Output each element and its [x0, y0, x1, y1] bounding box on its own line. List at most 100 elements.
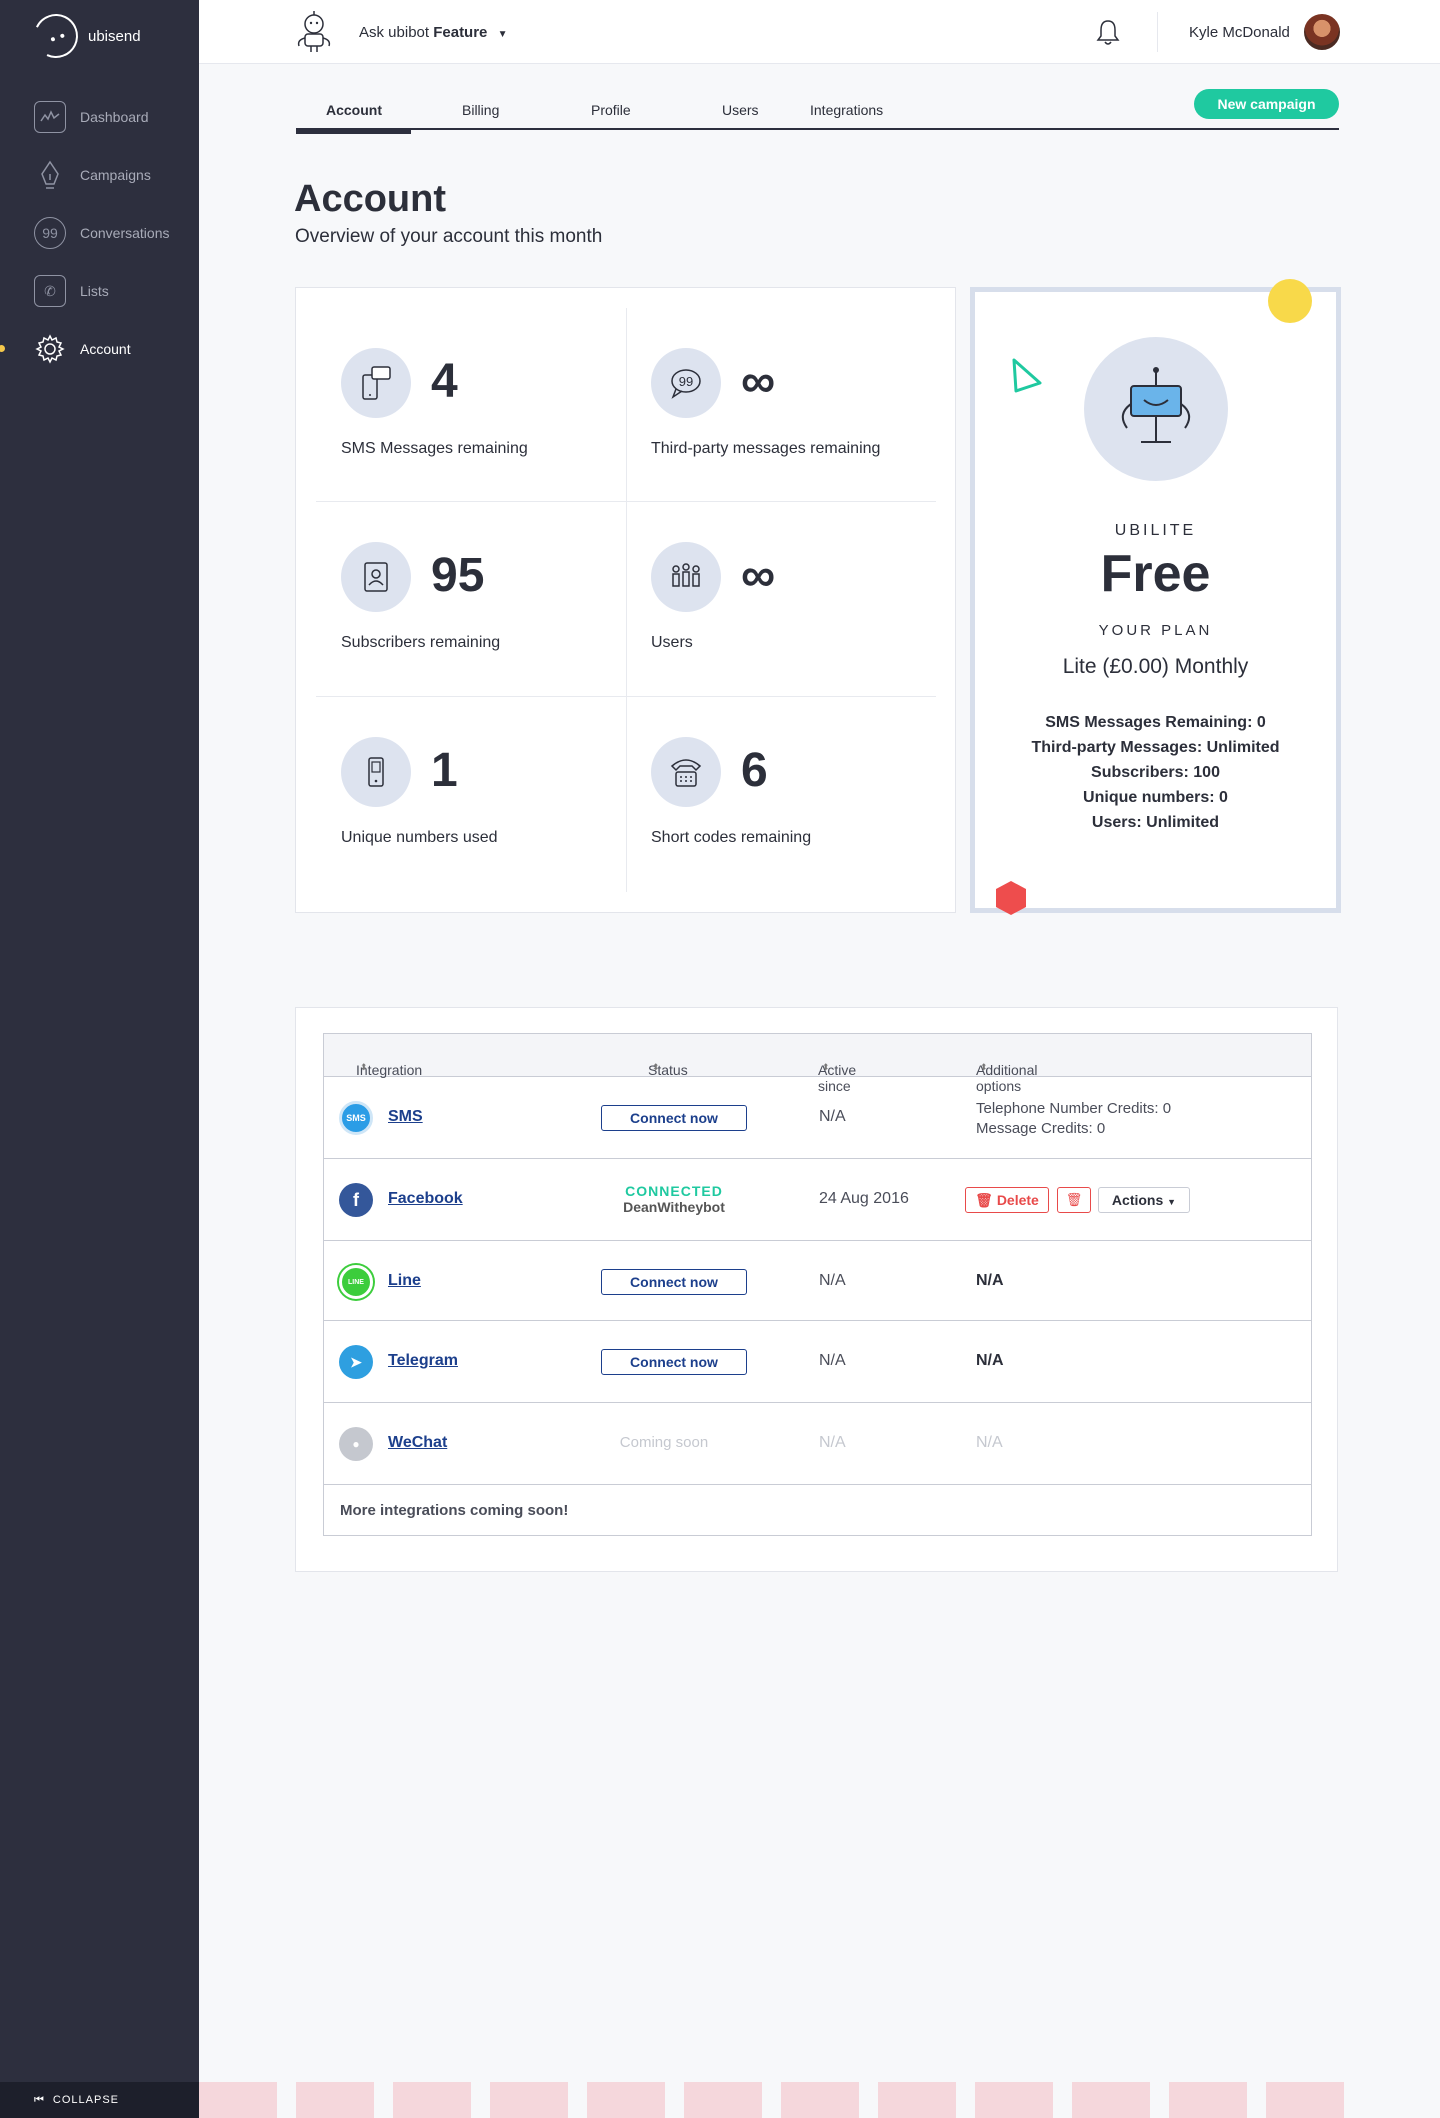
sms-icon: SMS [339, 1101, 373, 1135]
sidebar-item-account[interactable]: Account [0, 320, 199, 378]
table-row: f Facebook CONNECTED DeanWitheybot 24 Au… [324, 1159, 1311, 1241]
ask-feature-dropdown[interactable]: Ask ubibot Feature ▼ [359, 24, 507, 41]
plan-brand: UBILITE [1114, 522, 1197, 539]
top-bar: Ask ubibot Feature ▼ Kyle McDonald [199, 0, 1440, 64]
stat-label: Third-party messages remaining [651, 440, 881, 457]
stat-label: SMS Messages remaining [341, 440, 528, 457]
stat-short-codes: 6 Short codes remaining [651, 737, 951, 897]
stat-label: Users [651, 634, 693, 651]
integration-link-facebook[interactable]: Facebook [388, 1190, 463, 1208]
sidebar-item-label: Conversations [80, 225, 170, 241]
integration-link-wechat[interactable]: WeChat [388, 1434, 447, 1452]
status-badge: CONNECTED [625, 1183, 723, 1199]
sidebar-item-label: Account [80, 341, 131, 357]
stat-value: 95 [431, 549, 485, 602]
gear-icon [34, 333, 66, 365]
option-line: Telephone Number Credits: 0 [976, 1100, 1172, 1117]
chat-icon: 99 [34, 217, 66, 249]
telephone-icon [651, 737, 721, 807]
additional-options: Telephone Number Credits: 0 Message Cred… [976, 1099, 1171, 1139]
table-row: SMS SMS Connect now N/A Telephone Number… [324, 1077, 1311, 1159]
status-coming-soon: Coming soon [619, 1434, 709, 1451]
connect-now-button[interactable]: Connect now [601, 1105, 747, 1131]
plan-detail: Third-party Messages: Unlimited [1031, 739, 1280, 756]
table-row: ➤ Telegram Connect now N/A N/A [324, 1321, 1311, 1403]
table-footer: More integrations coming soon! [324, 1485, 1311, 1535]
phone-book-icon: ✆ [34, 275, 66, 307]
stat-value: ∞ [741, 549, 776, 602]
integrations-table: Integration ⬍ Status ⬍ Active since ⬍ Addit… [323, 1033, 1312, 1536]
facebook-icon: f [339, 1183, 373, 1217]
page-title: Account [294, 178, 446, 220]
users-icon [651, 542, 721, 612]
option-line: Message Credits: 0 [976, 1120, 1106, 1137]
integration-link-telegram[interactable]: Telegram [388, 1352, 458, 1370]
sidebar-item-lists[interactable]: ✆ Lists [0, 262, 199, 320]
stat-label: Unique numbers used [341, 829, 498, 846]
additional-options: N/A [976, 1272, 1004, 1289]
plan-detail: Subscribers: 100 [1091, 764, 1220, 781]
decorative-hexagon [996, 881, 1026, 915]
stat-value: 4 [431, 355, 458, 408]
stat-unique-numbers: 1 Unique numbers used [341, 737, 641, 897]
tab-integrations[interactable]: Integrations [810, 102, 883, 118]
stat-users: ∞ Users [651, 542, 951, 702]
connect-now-button[interactable]: Connect now [601, 1349, 747, 1375]
stat-value: ∞ [741, 355, 776, 408]
tab-billing[interactable]: Billing [462, 102, 499, 118]
decorative-triangle [1012, 358, 1042, 393]
divider [1157, 12, 1158, 52]
sidebar-item-conversations[interactable]: 99 Conversations [0, 204, 199, 262]
active-since: N/A [819, 1108, 846, 1125]
tab-profile[interactable]: Profile [591, 102, 631, 118]
actions-dropdown[interactable]: Actions ▼ [1098, 1187, 1190, 1213]
active-since: N/A [819, 1434, 846, 1451]
tab-account[interactable]: Account [326, 102, 382, 118]
connected-account: DeanWitheybot [623, 1199, 725, 1215]
plan-detail: Users: Unlimited [1091, 814, 1220, 831]
active-since: N/A [819, 1352, 846, 1369]
collapse-button[interactable]: ⏮ COLLAPSE [0, 2082, 199, 2118]
table-header: Integration ⬍ Status ⬍ Active since ⬍ Addit… [324, 1034, 1311, 1094]
sidebar-item-label: Lists [80, 283, 109, 299]
plan-detail: SMS Messages Remaining: 0 [1045, 714, 1266, 731]
line-icon: LINE [339, 1265, 373, 1299]
additional-options: N/A [976, 1352, 1004, 1369]
collapse-label: COLLAPSE [52, 2094, 119, 2106]
sidebar-item-campaigns[interactable]: Campaigns [0, 146, 199, 204]
new-campaign-button[interactable]: New campaign [1194, 89, 1339, 119]
sort-icon: ⬍ [822, 1062, 830, 1072]
account-stats-card: 4 SMS Messages remaining 99 ∞ Third-part… [295, 287, 956, 913]
stat-third-party-remaining: 99 ∞ Third-party messages remaining [651, 348, 951, 508]
integration-link-line[interactable]: Line [388, 1272, 421, 1290]
telegram-icon: ➤ [339, 1345, 373, 1379]
svg-text:99: 99 [679, 374, 693, 389]
tab-users[interactable]: Users [722, 102, 759, 118]
delete-button[interactable]: 🗑 Delete [965, 1187, 1049, 1213]
integration-link-sms[interactable]: SMS [388, 1108, 423, 1126]
active-tab-underline [296, 129, 411, 134]
table-row: ● WeChat Coming soon N/A N/A [324, 1403, 1311, 1485]
user-name[interactable]: Kyle McDonald [1189, 24, 1290, 41]
sidebar-item-dashboard[interactable]: Dashboard [0, 88, 199, 146]
ask-feature: Feature [433, 24, 488, 41]
pen-icon [34, 159, 66, 191]
stat-value: 6 [741, 744, 768, 797]
sort-icon: ⬍ [360, 1062, 368, 1072]
connect-now-button[interactable]: Connect now [601, 1269, 747, 1295]
brand-logo[interactable]: ubisend [27, 7, 141, 65]
bell-icon[interactable] [1095, 18, 1121, 46]
trash-icon[interactable]: 🗑 [1057, 1187, 1091, 1213]
sidebar-nav: Dashboard Campaigns 99 Conversations ✆ L… [0, 88, 199, 378]
stat-sms-remaining: 4 SMS Messages remaining [341, 348, 641, 508]
your-plan-label: YOUR PLAN [1098, 622, 1213, 639]
active-indicator [0, 345, 5, 352]
active-since: 24 Aug 2016 [819, 1190, 909, 1207]
plan-name: Lite (£0.00) Monthly [1062, 655, 1249, 678]
quote-bubble-icon: 99 [651, 348, 721, 418]
avatar[interactable] [1302, 12, 1342, 52]
ubisend-logo-icon [27, 7, 85, 65]
address-book-icon [341, 542, 411, 612]
ask-prefix: Ask ubibot [359, 24, 430, 41]
caret-down-icon: ▼ [497, 29, 508, 40]
